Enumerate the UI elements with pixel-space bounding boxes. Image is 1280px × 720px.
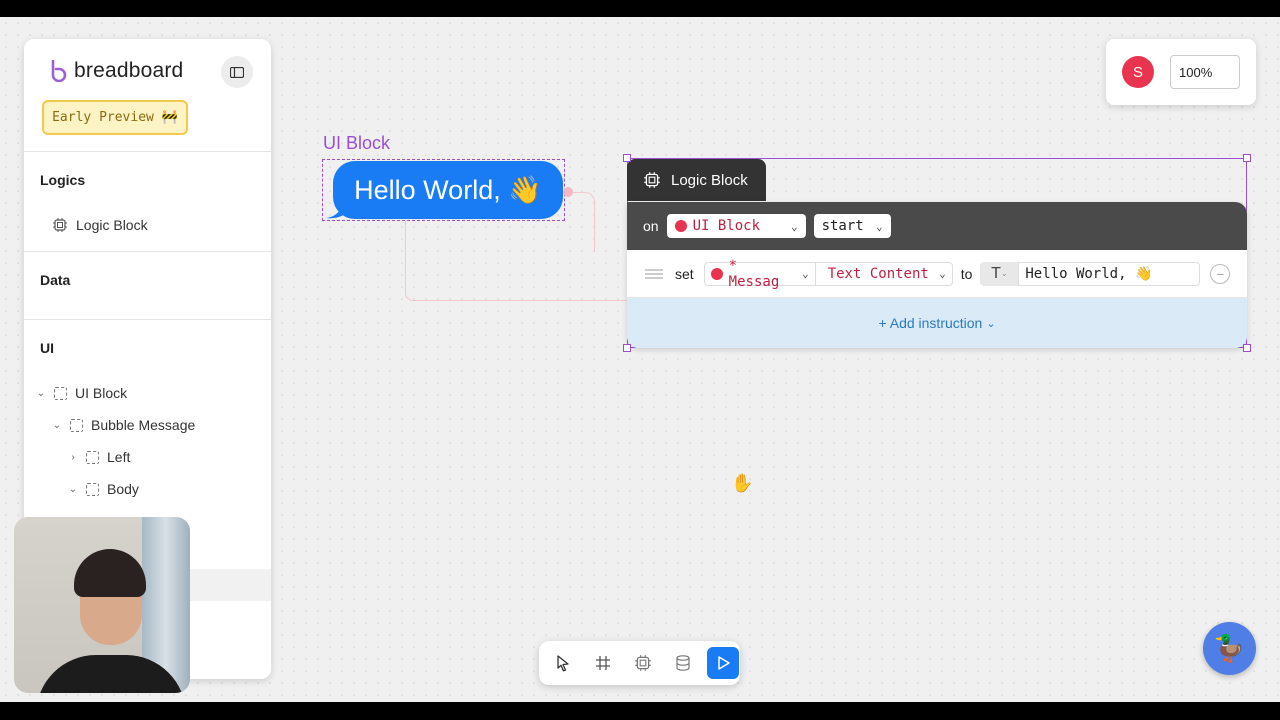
instruction-target-select[interactable]: * Messag ⌄ [703, 258, 816, 290]
text-type-icon[interactable]: T ⌄ [980, 261, 1019, 286]
instruction-value-input[interactable]: Hello World, 👋 [1018, 261, 1201, 286]
sidebar-item-logic-block[interactable]: Logic Block [52, 217, 148, 233]
tree-item-ui-block[interactable]: ⌄ UI Block [36, 385, 127, 401]
logic-tool-button[interactable] [627, 647, 659, 679]
early-preview-badge: Early Preview 🚧 [42, 100, 188, 135]
frame-icon [86, 482, 99, 496]
section-title-ui: UI [40, 340, 54, 356]
chip-icon [644, 172, 660, 188]
status-dot [710, 267, 723, 280]
canvas[interactable]: breadboard Early Preview 🚧 Logics Logic … [0, 17, 1280, 702]
chevron-down-icon: ⌄ [986, 317, 996, 330]
instruction-target-value: * Messag [728, 257, 780, 290]
duck-assistant-button[interactable]: 🦆 [1203, 622, 1256, 675]
tree-item-label: Bubble Message [91, 417, 196, 433]
status-dot [674, 220, 687, 232]
resize-handle[interactable] [623, 344, 631, 352]
select-tool-button[interactable] [547, 647, 579, 679]
chip-icon [53, 218, 67, 232]
play-icon [718, 656, 730, 670]
brand-name: breadboard [74, 59, 184, 82]
collapse-sidebar-button[interactable] [221, 56, 253, 88]
webcam-overlay [14, 517, 190, 693]
trigger-row: on UI Block ⌄ start ⌄ [627, 202, 1247, 250]
chevron-down-icon: ⌄ [939, 267, 946, 280]
instruction-row: set * Messag ⌄ Text Content ⌄ to T ⌄ Hell… [627, 250, 1247, 298]
drag-handle-icon[interactable] [645, 268, 663, 279]
instruction-verb: set [675, 265, 694, 282]
database-icon [676, 655, 690, 671]
pointer-icon [557, 655, 569, 672]
logic-block-card: on UI Block ⌄ start ⌄ set * Messag ⌄ Tex… [627, 202, 1247, 348]
frame-icon [70, 418, 83, 432]
frame-tool-button[interactable] [587, 647, 619, 679]
tree-item-left[interactable]: › Left [68, 449, 130, 465]
resize-handle[interactable] [623, 154, 631, 162]
zoom-input[interactable]: 100% [1170, 55, 1240, 89]
divider [24, 319, 271, 320]
resize-handle[interactable] [1243, 154, 1251, 162]
tree-item-body[interactable]: ⌄ Body [68, 481, 139, 497]
add-instruction-button[interactable]: + Add instruction ⌄ [627, 298, 1247, 348]
brand: breadboard [50, 59, 183, 83]
hash-frame-icon [596, 656, 610, 670]
trigger-event-select[interactable]: start ⌄ [813, 214, 891, 238]
tree-item-label: UI Block [75, 385, 128, 401]
chevron-down-icon: ⌄ [875, 219, 883, 233]
remove-instruction-icon[interactable]: − [1210, 263, 1231, 284]
chevron-down-icon[interactable]: ⌄ [36, 388, 46, 399]
webcam-person-hair [74, 549, 146, 597]
ui-block-label[interactable]: UI Block [323, 133, 390, 154]
chevron-right-icon[interactable]: › [68, 452, 78, 463]
tree-item-label: Body [107, 481, 139, 497]
trigger-event-value: start [821, 218, 864, 234]
frame-icon [86, 450, 99, 464]
sidebar-item-label: Logic Block [76, 217, 148, 233]
instruction-property-value: Text Content [827, 265, 929, 282]
add-instruction-label: + Add instruction [878, 315, 983, 331]
trigger-on-label: on [643, 218, 659, 234]
divider [24, 251, 271, 252]
logic-block-header[interactable]: Logic Block [627, 159, 766, 201]
bubble-message[interactable]: Hello World, 👋 [333, 161, 563, 219]
instruction-property-select[interactable]: Text Content ⌄ [815, 261, 953, 286]
breadboard-logo-icon [50, 59, 68, 83]
section-title-data: Data [40, 272, 71, 288]
chip-icon [635, 655, 651, 671]
logic-block-title: Logic Block [671, 171, 748, 189]
section-title-logics: Logics [40, 172, 86, 188]
chevron-down-icon[interactable]: ⌄ [52, 420, 62, 431]
trigger-source-value: UI Block [692, 218, 761, 234]
zoom-panel: S 100% [1106, 39, 1256, 105]
frame-icon [54, 386, 67, 400]
tree-item-label: Left [107, 449, 131, 465]
tree-item-bubble-message[interactable]: ⌄ Bubble Message [52, 417, 196, 433]
trigger-source-select[interactable]: UI Block ⌄ [666, 214, 806, 238]
chevron-down-icon[interactable]: ⌄ [68, 484, 78, 495]
hand-cursor-icon: ✋ [731, 473, 754, 493]
run-button[interactable] [707, 647, 739, 679]
instruction-to-label: to [960, 265, 973, 282]
connection-port[interactable] [563, 187, 573, 197]
bottom-toolbar [539, 641, 740, 685]
resize-handle[interactable] [1243, 344, 1251, 352]
chevron-down-icon: ⌄ [790, 219, 798, 233]
sidebar-toggle-icon [230, 66, 244, 78]
divider [24, 151, 271, 152]
data-tool-button[interactable] [667, 647, 699, 679]
chevron-down-icon: ⌄ [802, 267, 809, 280]
avatar[interactable]: S [1122, 56, 1154, 88]
